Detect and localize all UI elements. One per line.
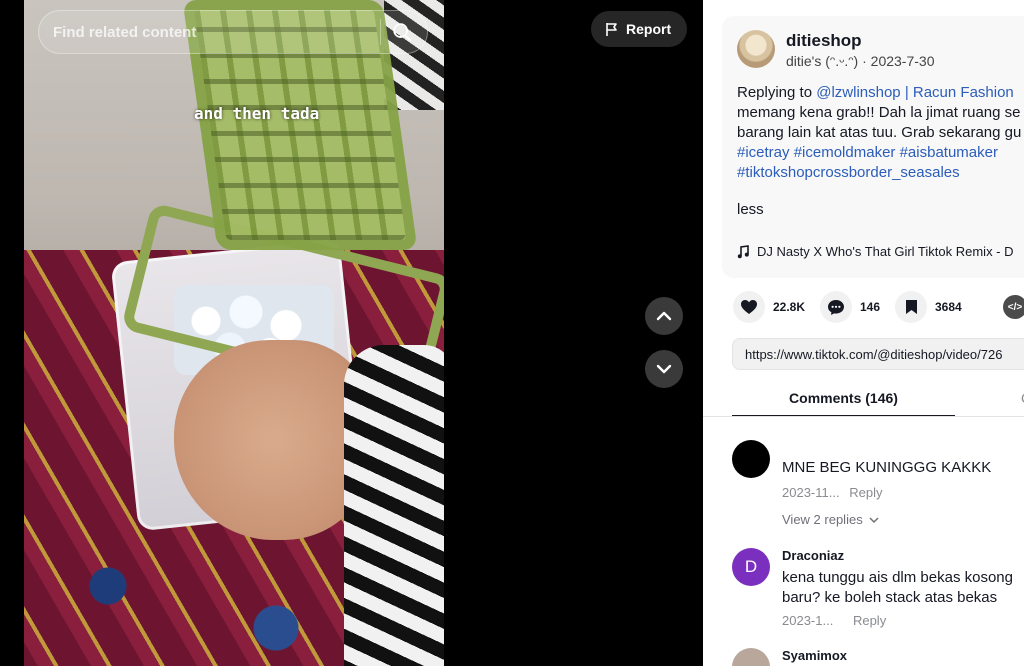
comment-text-line-1: kena tunggu ais dlm bekas kosong — [782, 569, 1013, 586]
video-sleeve — [344, 345, 444, 666]
commenter-avatar[interactable]: D — [732, 548, 770, 586]
save-button[interactable]: 3684 — [895, 291, 962, 323]
hashtag-link[interactable]: #tiktokshopcrossborder_seasales — [737, 164, 960, 181]
reply-prefix: Replying to — [737, 84, 817, 101]
author-separator: · — [862, 53, 871, 69]
comment-date: 2023-1... — [782, 613, 834, 628]
comment-button[interactable]: 146 — [820, 291, 880, 323]
author-avatar[interactable] — [737, 30, 775, 68]
commenter-name[interactable]: Syamimox — [782, 648, 847, 663]
music-row[interactable]: DJ Nasty X Who's That Girl Tiktok Remix … — [737, 244, 1014, 259]
hashtag-link[interactable]: #icetray — [737, 144, 790, 161]
save-circle — [895, 291, 927, 323]
comment-meta: 2023-1... Reply — [782, 613, 886, 628]
search-input[interactable] — [53, 23, 370, 41]
music-note-icon — [737, 244, 749, 258]
search-divider — [380, 19, 381, 45]
previous-video-button[interactable] — [645, 297, 683, 335]
search-bar[interactable] — [38, 10, 428, 54]
comment-count: 146 — [860, 300, 881, 314]
report-button[interactable]: Report — [591, 11, 688, 47]
hashtag-link[interactable]: #aisbatumaker — [900, 144, 998, 161]
hashtag-link[interactable]: #icemoldmaker — [794, 144, 896, 161]
tab-comments[interactable]: Comments (146) — [732, 380, 955, 417]
view-replies-button[interactable]: View 2 replies — [782, 512, 879, 527]
video-description: Replying to @lzwlinshop | Racun Fashion … — [737, 83, 1024, 183]
embed-code-icon[interactable]: </> — [1003, 295, 1024, 319]
reply-button[interactable]: Reply — [849, 485, 882, 500]
chevron-down-icon — [656, 364, 672, 374]
description-line-2: memang kena grab!! Dah la jimat ruang se — [737, 104, 1021, 121]
like-count: 22.8K — [773, 300, 806, 314]
description-line-3: barang lain kat atas tuu. Grab sekarang … — [737, 124, 1022, 141]
music-title: DJ Nasty X Who's That Girl Tiktok Remix … — [757, 244, 1014, 259]
comment-meta: 2023-11... Reply — [782, 485, 882, 500]
post-date: 2023-7-30 — [870, 53, 935, 69]
like-button[interactable]: 22.8K — [733, 291, 805, 323]
reply-button[interactable]: Reply — [853, 613, 886, 628]
author-display-name: ditie's (ᵔ.ᵕ.ᵔ) — [786, 53, 859, 69]
heart-icon — [741, 300, 757, 314]
comment-circle — [820, 291, 852, 323]
description-card: ditieshop ditie's (ᵔ.ᵕ.ᵔ) · 2023-7-30 Re… — [722, 16, 1024, 278]
commenter-avatar[interactable] — [732, 440, 770, 478]
save-count: 3684 — [935, 300, 962, 314]
comment-text-line-2: baru? ke boleh stack atas bekas — [782, 589, 998, 606]
video-player[interactable]: and then tada — [24, 0, 444, 666]
author-name[interactable]: ditieshop — [786, 31, 862, 51]
commenter-avatar[interactable] — [732, 648, 770, 666]
description-tags-line: #icetray #icemoldmaker #aisbatumaker — [737, 143, 1024, 163]
report-label: Report — [626, 21, 672, 37]
chevron-down-icon — [869, 516, 879, 523]
comment-bubble-icon — [828, 299, 844, 315]
comment-text: MNE BEG KUNINGGG KAKKK — [782, 459, 992, 476]
search-icon[interactable] — [391, 21, 413, 43]
description-line-1: Replying to @lzwlinshop | Racun Fashion — [737, 83, 1024, 103]
like-circle — [733, 291, 765, 323]
comment-date: 2023-11... — [782, 485, 840, 500]
view-replies-label: View 2 replies — [782, 512, 863, 527]
video-caption: and then tada — [194, 104, 320, 123]
video-link-field[interactable]: https://www.tiktok.com/@ditieshop/video/… — [732, 338, 1024, 370]
chevron-up-icon — [656, 311, 672, 321]
tabs-divider — [703, 416, 1024, 417]
less-button[interactable]: less — [737, 201, 764, 218]
video-area[interactable]: and then tada Report — [0, 0, 703, 666]
flag-icon — [606, 22, 617, 36]
author-subline: ditie's (ᵔ.ᵕ.ᵔ) · 2023-7-30 — [786, 53, 934, 69]
mention-link[interactable]: @lzwlinshop | Racun Fashion — [816, 84, 1014, 101]
next-video-button[interactable] — [645, 350, 683, 388]
bookmark-icon — [905, 300, 917, 314]
commenter-name[interactable]: Draconiaz — [782, 548, 844, 563]
side-panel: ditieshop ditie's (ᵔ.ᵕ.ᵔ) · 2023-7-30 Re… — [703, 0, 1024, 666]
